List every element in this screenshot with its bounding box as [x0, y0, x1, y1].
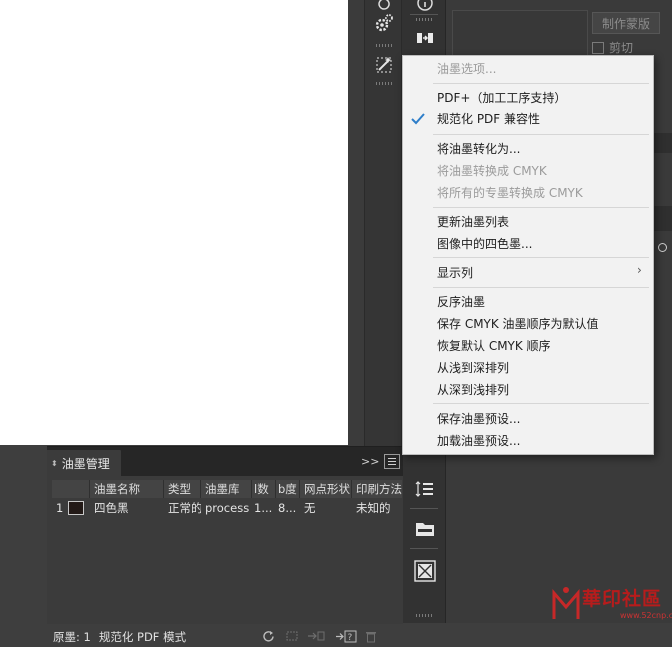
- column-swatch: [52, 480, 90, 498]
- convert-ink-icon[interactable]: ?: [335, 629, 357, 643]
- ink-col5-value: 8...: [278, 501, 297, 515]
- frame-fitting-icon[interactable]: [412, 560, 438, 582]
- column-header-5[interactable]: b度: [276, 480, 300, 498]
- crop-marks-icon[interactable]: [285, 629, 299, 643]
- mode-label: 规范化 PDF 模式: [98, 630, 187, 644]
- tab-label: 油墨管理: [61, 456, 110, 471]
- checkmark-icon: [411, 113, 425, 125]
- tab-collapse-arrows-icon[interactable]: ⬍: [51, 459, 58, 468]
- ink-manager-icon[interactable]: [412, 27, 438, 49]
- menu-item-update-ink-list[interactable]: 更新油墨列表: [437, 212, 509, 232]
- menu-item-sort-light-to-dark[interactable]: 从浅到深排列: [437, 358, 509, 378]
- column-header-name[interactable]: 油墨名称: [90, 480, 164, 498]
- menu-separator: [433, 207, 649, 208]
- ink-table-header: 油墨名称 类型 油墨库 l数 b度 网点形状 印刷方法: [52, 480, 402, 498]
- magic-wand-icon[interactable]: [371, 54, 397, 76]
- panel-tab-strip: [652, 206, 672, 231]
- trash-icon[interactable]: [365, 629, 377, 643]
- menu-item-convert-all-spot[interactable]: 将所有的专墨转换成 CMYK: [437, 183, 583, 203]
- menu-item-restore-cmyk-order[interactable]: 恢复默认 CMYK 顺序: [437, 336, 551, 356]
- ink-swatch-cell: [64, 499, 90, 518]
- checkbox-box[interactable]: [592, 41, 604, 54]
- dock-divider: [410, 548, 438, 549]
- watermark-text: 華印社區: [582, 588, 663, 610]
- menu-item-reverse-inks[interactable]: 反序油墨: [437, 292, 485, 312]
- move-ink-icon[interactable]: [307, 629, 325, 643]
- radio-button[interactable]: [658, 243, 667, 252]
- original-ink-count: 原墨: 1: [53, 630, 91, 644]
- menu-item-convert-ink-to[interactable]: 将油墨转化为...: [437, 139, 520, 159]
- ink-type: 正常的: [168, 501, 201, 515]
- menu-separator: [433, 403, 649, 404]
- refresh-icon[interactable]: [262, 629, 275, 643]
- menu-item-convert-to-cmyk[interactable]: 将油墨转换成 CMYK: [437, 161, 547, 181]
- menu-item-load-ink-preset[interactable]: 加载油墨预设...: [437, 431, 520, 451]
- column-header-library[interactable]: 油墨库: [201, 480, 252, 498]
- collapse-panel-icon[interactable]: >>: [361, 455, 379, 468]
- menu-separator: [433, 287, 649, 288]
- dock-grip[interactable]: [376, 44, 392, 47]
- menu-separator: [433, 257, 649, 258]
- column-header-dot-shape[interactable]: 网点形状: [300, 480, 352, 498]
- column-header-method[interactable]: 印刷方法: [352, 480, 402, 498]
- menu-item-process-inks-in-images[interactable]: 图像中的四色墨...: [437, 234, 532, 254]
- row-index: 1: [56, 501, 64, 515]
- watermark-logo: [552, 587, 580, 619]
- cut-checkbox-label: 剪切: [609, 41, 634, 55]
- ink-name: 四色黑: [94, 501, 129, 515]
- ink-panel-flyout-menu: 油墨选项... PDF+（加工工序支持） 规范化 PDF 兼容性 将油墨转化为.…: [402, 55, 654, 455]
- info-icon[interactable]: [412, 0, 438, 14]
- ink-list-area: 油墨名称 类型 油墨库 l数 b度 网点形状 印刷方法 1 四色黑 正常的 pr…: [47, 476, 403, 644]
- ink-library: process: [205, 501, 250, 515]
- menu-item-save-ink-preset[interactable]: 保存油墨预设...: [437, 409, 520, 429]
- make-mask-button[interactable]: 制作蒙版: [592, 12, 660, 34]
- cut-checkbox[interactable]: 剪切: [592, 39, 633, 56]
- menu-item-save-cmyk-order[interactable]: 保存 CMYK 油墨顺序为默认值: [437, 314, 599, 334]
- menu-item-normalized-pdf[interactable]: 规范化 PDF 兼容性: [437, 109, 540, 129]
- watermark-url: www.52cnp.com: [620, 611, 672, 620]
- dock-grip[interactable]: [416, 18, 432, 21]
- gear-effects-icon[interactable]: [371, 12, 397, 34]
- ink-dot-shape: 无: [304, 501, 316, 515]
- tab-ink-manager[interactable]: ⬍ 油墨管理: [47, 450, 121, 476]
- ink-swatch: [68, 501, 84, 515]
- menu-separator: [433, 134, 649, 135]
- column-header-4[interactable]: l数: [252, 480, 276, 498]
- folder-icon[interactable]: [412, 518, 438, 540]
- document-canvas[interactable]: [0, 0, 348, 445]
- dock-grip[interactable]: [416, 614, 432, 617]
- menu-item-ink-options[interactable]: 油墨选项...: [437, 59, 496, 79]
- menu-item-pdf-plus[interactable]: PDF+（加工工序支持）: [437, 88, 566, 108]
- panel-menu-icon[interactable]: [384, 454, 400, 469]
- panel-header-strip: [652, 133, 672, 153]
- submenu-arrow-icon: ›: [637, 263, 642, 277]
- ink-print-method: 未知的: [356, 501, 391, 515]
- dock-divider: [410, 14, 438, 15]
- menu-item-show-columns[interactable]: 显示列: [437, 263, 473, 283]
- line-spacing-icon[interactable]: [412, 478, 438, 500]
- panel-tab-bar: ⬍ 油墨管理 >>: [47, 447, 403, 476]
- dock-divider: [410, 508, 438, 509]
- dock-grip[interactable]: [376, 82, 392, 85]
- column-header-type[interactable]: 类型: [164, 480, 201, 498]
- table-row[interactable]: 1 四色黑 正常的 process 1... 8... 无 未知的: [52, 499, 402, 518]
- menu-separator: [433, 83, 649, 84]
- svg-text:?: ?: [348, 633, 353, 643]
- ink-col4-value: 1...: [254, 501, 273, 515]
- ink-manager-panel: ⬍ 油墨管理 >> 油墨名称 类型 油墨库 l数 b度 网点形状 印刷方法 1 …: [47, 446, 403, 644]
- menu-item-sort-dark-to-light[interactable]: 从深到浅排列: [437, 380, 509, 400]
